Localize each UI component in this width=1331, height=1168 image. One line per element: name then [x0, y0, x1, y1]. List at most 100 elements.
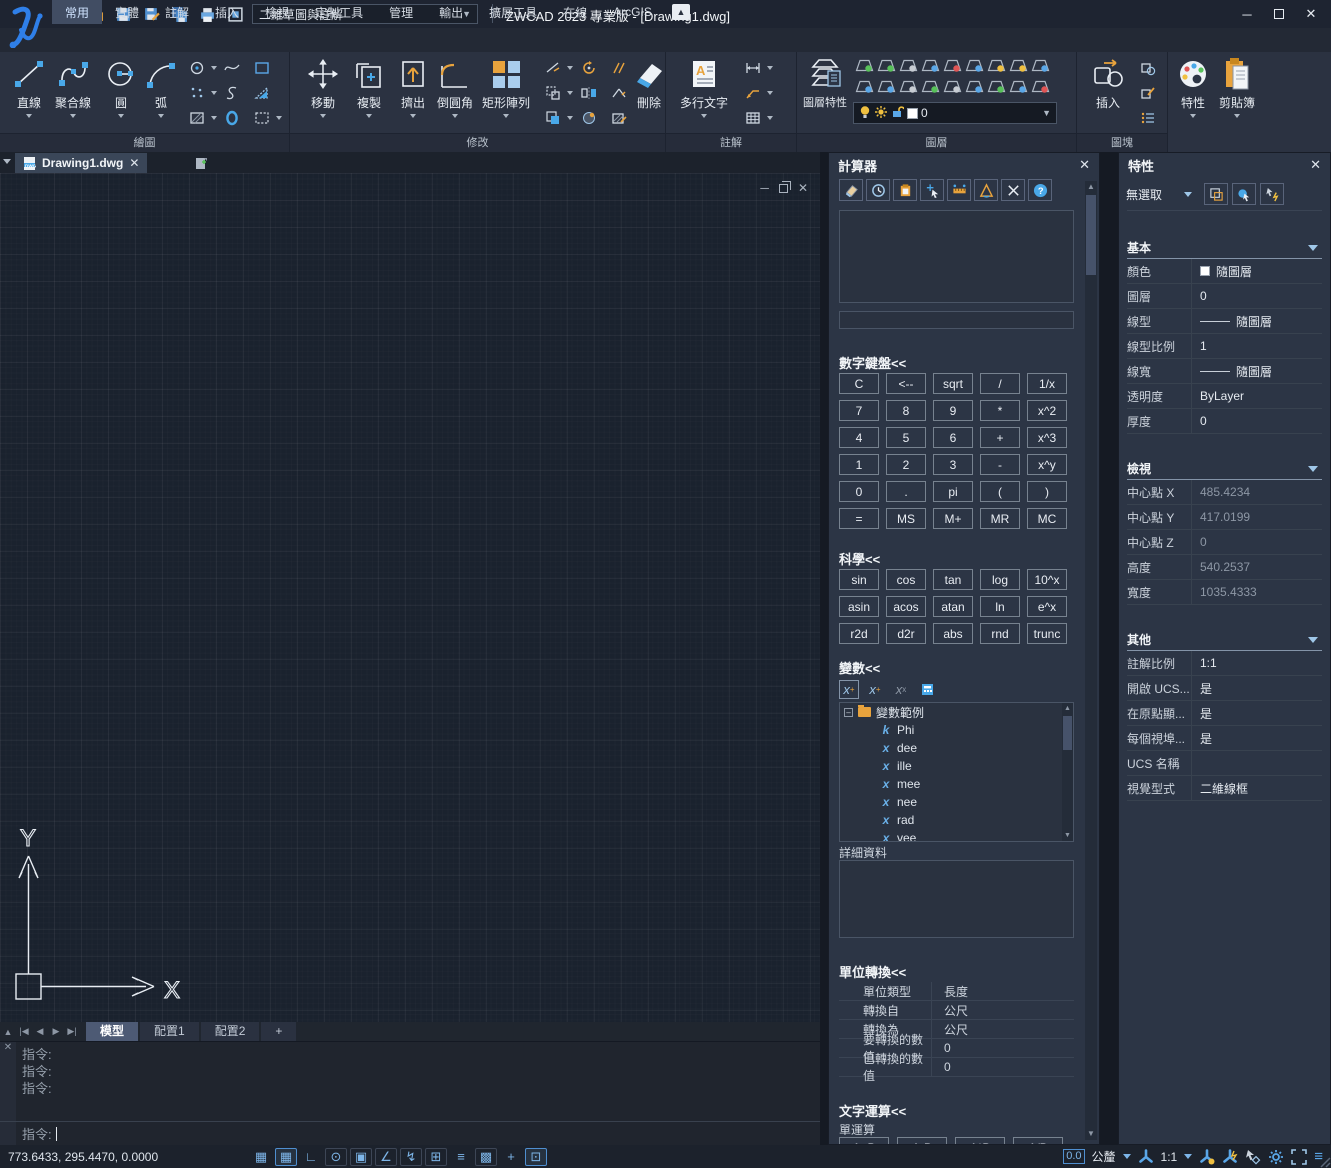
angle-snap-icon[interactable]: ∠	[375, 1148, 397, 1166]
calc-key-x-2[interactable]: x^2	[1027, 400, 1067, 421]
calc-fn-e-x[interactable]: e^x	[1027, 596, 1067, 617]
command-prompt[interactable]: 指令:	[0, 1121, 820, 1145]
layer-merge-icon[interactable]	[897, 76, 919, 97]
chevron-down-icon[interactable]	[701, 114, 707, 118]
chevron-down-icon[interactable]	[567, 116, 573, 120]
layer-on-icon[interactable]	[985, 55, 1007, 76]
snap-icon[interactable]: ▦	[275, 1148, 297, 1166]
layer-previous-icon[interactable]	[875, 76, 897, 97]
calc-key-mr[interactable]: MR	[980, 508, 1020, 529]
chevron-down-icon[interactable]	[567, 66, 573, 70]
layout-tab-1[interactable]: 配置1	[140, 1022, 199, 1041]
expand-command-icon[interactable]: ▲	[0, 1027, 16, 1037]
calculator-icon[interactable]	[917, 680, 937, 699]
ellipse-button[interactable]	[219, 107, 245, 129]
calc-key-c[interactable]: C	[839, 373, 879, 394]
zwcad-logo-icon[interactable]	[0, 0, 50, 52]
calc-key-key[interactable]: =	[839, 508, 879, 529]
move-button[interactable]: 移動	[300, 56, 346, 118]
layout-tab-2[interactable]: 配置2	[201, 1022, 260, 1041]
chevron-down-icon[interactable]	[276, 116, 282, 120]
calc-key-mc[interactable]: MC	[1027, 508, 1067, 529]
command-window[interactable]: ✕ 指令:指令:指令: 指令:	[0, 1041, 820, 1145]
unit-row-value[interactable]: 0	[931, 1039, 1074, 1057]
table-button[interactable]	[740, 107, 773, 129]
calc-key-6[interactable]: 6	[933, 427, 973, 448]
collapse-icon[interactable]: –	[844, 708, 853, 717]
help-icon[interactable]: ?	[1028, 179, 1052, 201]
prev-layout-icon[interactable]: ◀	[32, 1026, 48, 1037]
quick-calc-icon[interactable]: ⊡	[525, 1148, 547, 1166]
units-section-header[interactable]: 單位轉換<<	[839, 962, 1074, 980]
grid-display-icon[interactable]: ▦	[250, 1148, 272, 1166]
copy-button[interactable]: 複製	[346, 56, 392, 118]
prop-value[interactable]: 0	[1191, 530, 1322, 554]
line-button[interactable]: 直線	[6, 56, 52, 118]
chevron-down-icon[interactable]	[118, 114, 124, 118]
prop-value[interactable]: 隨圖層	[1191, 309, 1322, 333]
prop-value[interactable]: 是	[1191, 676, 1322, 700]
calc-key-3[interactable]: 3	[933, 454, 973, 475]
close-button[interactable]: ✕	[1295, 0, 1327, 28]
quick-select-icon[interactable]	[1204, 183, 1228, 205]
layer-thaw-icon[interactable]	[1007, 55, 1029, 76]
drawing-viewport[interactable]: ─ ✕ Y X	[0, 173, 820, 1022]
chevron-down-icon[interactable]	[158, 114, 164, 118]
annotation-scale-icon[interactable]	[1138, 1149, 1154, 1165]
scale-button[interactable]	[540, 82, 573, 104]
calc-op-a-b[interactable]: A/B	[1013, 1137, 1063, 1144]
calc-fn-tan[interactable]: tan	[933, 569, 973, 590]
calc-key-key[interactable]: <--	[886, 373, 926, 394]
prop-value[interactable]: 485.4234	[1191, 480, 1322, 504]
prop-value[interactable]: ByLayer	[1191, 384, 1322, 408]
unit-name-label[interactable]: 公釐	[1092, 1148, 1116, 1165]
calc-fn-trunc[interactable]: trunc	[1027, 623, 1067, 644]
calc-key-key[interactable]: .	[886, 481, 926, 502]
ribbon-tab-key[interactable]: 定制工具	[302, 0, 376, 24]
prop-section-header[interactable]: 檢視	[1127, 458, 1322, 480]
chevron-down-icon[interactable]	[1234, 114, 1240, 118]
prop-section-header[interactable]: 其他	[1127, 629, 1322, 651]
ribbon-tab-key[interactable]: 輸出	[426, 0, 476, 24]
vp-close-button[interactable]: ✕	[798, 181, 808, 195]
calc-key-ms[interactable]: MS	[886, 508, 926, 529]
scroll-down-icon[interactable]: ▼	[1062, 830, 1073, 841]
calc-key-key[interactable]: +	[980, 427, 1020, 448]
variable-item-mee[interactable]: xmee	[840, 775, 1073, 793]
chevron-down-icon[interactable]	[26, 114, 32, 118]
chevron-down-icon[interactable]	[1190, 114, 1196, 118]
prop-value[interactable]	[1191, 751, 1322, 775]
calc-key-pi[interactable]: pi	[933, 481, 973, 502]
maximize-button[interactable]	[1263, 0, 1295, 28]
selection-cycling-icon[interactable]	[1245, 1149, 1261, 1165]
scientific-section-header[interactable]: 科學<<	[839, 549, 1074, 567]
chevron-down-icon[interactable]	[452, 114, 458, 118]
calc-op-a-b[interactable]: A*B	[955, 1137, 1005, 1144]
layer-off-icon[interactable]	[897, 55, 919, 76]
close-command-icon[interactable]: ✕	[4, 1042, 12, 1053]
ribbon-tab-arcgis[interactable]: ArcGIS	[600, 0, 665, 24]
stretch-button[interactable]: 擠出	[390, 56, 436, 118]
mirror-button[interactable]	[576, 82, 602, 104]
numpad-section-header[interactable]: 數字鍵盤<<	[839, 353, 1074, 371]
scroll-up-icon[interactable]: ▲	[1085, 181, 1097, 193]
prop-value[interactable]: 417.0199	[1191, 505, 1322, 529]
chevron-down-icon[interactable]	[503, 114, 509, 118]
chevron-down-icon[interactable]	[1308, 637, 1318, 643]
measure-distance-icon[interactable]	[947, 179, 971, 201]
unit-row-value[interactable]: 長度	[931, 982, 1074, 1000]
region-button[interactable]	[249, 82, 275, 104]
polar-tracking-icon[interactable]: ⊙	[325, 1148, 347, 1166]
chevron-down-icon[interactable]	[70, 114, 76, 118]
calc-input-field[interactable]	[839, 311, 1074, 329]
calc-key-7[interactable]: 7	[839, 400, 879, 421]
variable-item-phi[interactable]: kPhi	[840, 721, 1073, 739]
prop-value[interactable]: 1	[1191, 334, 1322, 358]
ribbon-tab-key[interactable]: 註解	[152, 0, 202, 24]
layer-delete-icon[interactable]	[1029, 76, 1051, 97]
chevron-down-icon[interactable]	[1184, 1154, 1192, 1159]
calc-key-9[interactable]: 9	[933, 400, 973, 421]
measure-angle-icon[interactable]	[974, 179, 998, 201]
calc-fn-ln[interactable]: ln	[980, 596, 1020, 617]
next-layout-icon[interactable]: ▶	[48, 1026, 64, 1037]
